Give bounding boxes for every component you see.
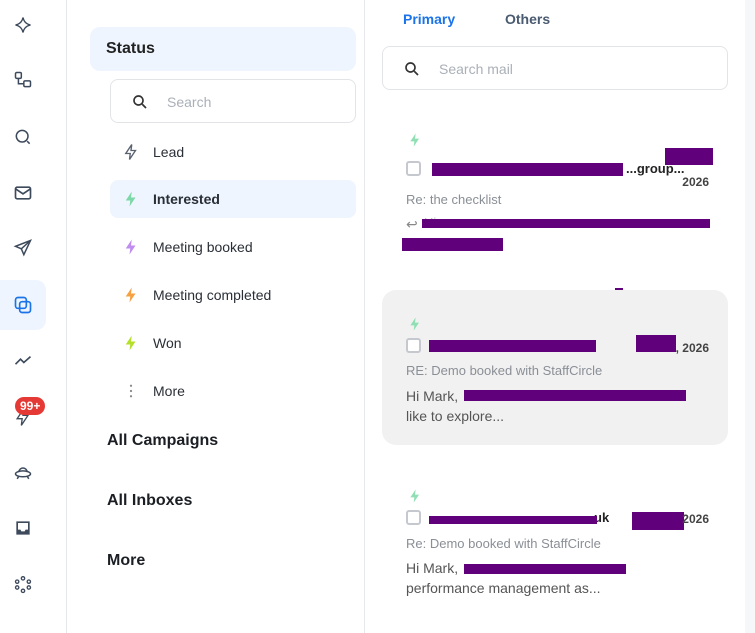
mail-preview-line2: performance management as... — [406, 580, 601, 596]
status-label: More — [153, 383, 185, 399]
mail-search-input[interactable]: Search mail — [382, 46, 728, 90]
status-item-interested[interactable]: Interested — [110, 180, 356, 218]
copy-icon[interactable] — [0, 280, 46, 330]
sparkle-icon[interactable] — [0, 0, 46, 50]
search-placeholder: Search mail — [439, 61, 513, 77]
bolt-icon — [410, 489, 419, 503]
mail-icon[interactable] — [0, 168, 46, 218]
status-item-meeting-completed[interactable]: Meeting completed — [110, 276, 356, 314]
status-label: Interested — [153, 191, 220, 207]
search-placeholder: Search — [167, 94, 212, 110]
ufo-icon[interactable] — [0, 448, 46, 498]
status-search-input[interactable]: Search — [110, 79, 356, 123]
mail-date: , 2026 — [675, 341, 709, 355]
send-icon[interactable] — [0, 223, 46, 273]
status-label: Meeting booked — [153, 239, 253, 255]
all-inboxes[interactable]: All Inboxes — [107, 492, 192, 510]
redaction — [402, 238, 503, 251]
filter-panel: Status Search Lead Interested Meeting bo… — [67, 0, 365, 633]
mail-subject: Re: the checklist — [406, 192, 502, 207]
mail-item[interactable]: ...group... 2026 Re: the checklist ↩ Hi … — [382, 118, 728, 294]
bolt-icon — [125, 287, 136, 303]
redaction — [432, 163, 623, 176]
redaction — [422, 219, 710, 228]
bolt-icon — [125, 335, 136, 351]
mail-subject: Re: Demo booked with StaffCircle — [406, 536, 601, 551]
status-header[interactable]: Status — [90, 27, 356, 71]
status-item-lead[interactable]: Lead — [110, 133, 356, 171]
bolt-icon — [125, 239, 136, 255]
dots-icon[interactable] — [0, 560, 46, 610]
reply-icon: ↩ — [406, 216, 418, 232]
status-label: Won — [153, 335, 182, 351]
mail-panel: Primary Others Search mail ...group... 2… — [365, 0, 745, 633]
mail-preview-line2: like to explore... — [406, 408, 505, 424]
mail-checkbox[interactable] — [406, 510, 421, 525]
scrollbar[interactable] — [745, 0, 755, 633]
analytics-icon[interactable] — [0, 335, 46, 385]
more-vertical-icon — [129, 384, 133, 398]
mail-preview: Hi Mark, — [406, 388, 459, 404]
mail-item[interactable]: uk 2026 Re: Demo booked with StaffCircle… — [382, 470, 728, 610]
status-item-meeting-booked[interactable]: Meeting booked — [110, 228, 356, 266]
more-section[interactable]: More — [107, 552, 145, 570]
redaction — [429, 340, 596, 352]
status-label: Meeting completed — [153, 287, 272, 303]
redaction — [636, 335, 676, 352]
search-icon — [133, 95, 147, 109]
tab-others[interactable]: Others — [505, 11, 550, 27]
mail-sender: ...group... — [626, 161, 685, 176]
bolt-icon — [410, 133, 419, 147]
mail-date: 2026 — [682, 512, 709, 526]
bolt-icon — [124, 144, 137, 160]
mail-subject: RE: Demo booked with StaffCircle — [406, 363, 603, 378]
inbox-icon[interactable] — [0, 503, 46, 553]
bolt-icon — [125, 191, 136, 207]
mail-item-selected[interactable]: , 2026 RE: Demo booked with StaffCircle … — [382, 290, 728, 445]
search-icon — [405, 62, 419, 76]
redaction — [429, 516, 597, 524]
mail-checkbox[interactable] — [406, 338, 421, 353]
status-label: Lead — [153, 144, 185, 160]
bolt-icon — [410, 317, 419, 331]
redaction — [464, 564, 626, 574]
search-icon[interactable] — [0, 112, 46, 162]
status-item-more[interactable]: More — [110, 372, 356, 410]
notification-badge: 99+ — [15, 397, 46, 415]
tab-primary[interactable]: Primary — [403, 11, 455, 27]
flow-icon[interactable] — [0, 55, 46, 105]
all-campaigns[interactable]: All Campaigns — [107, 432, 218, 450]
left-rail: 99+ — [0, 0, 67, 633]
status-item-won[interactable]: Won — [110, 324, 356, 362]
redaction — [464, 390, 686, 401]
mail-checkbox[interactable] — [406, 161, 421, 176]
mail-preview: Hi Mark, — [406, 560, 459, 576]
redaction — [632, 512, 684, 530]
mail-date: 2026 — [682, 175, 709, 189]
